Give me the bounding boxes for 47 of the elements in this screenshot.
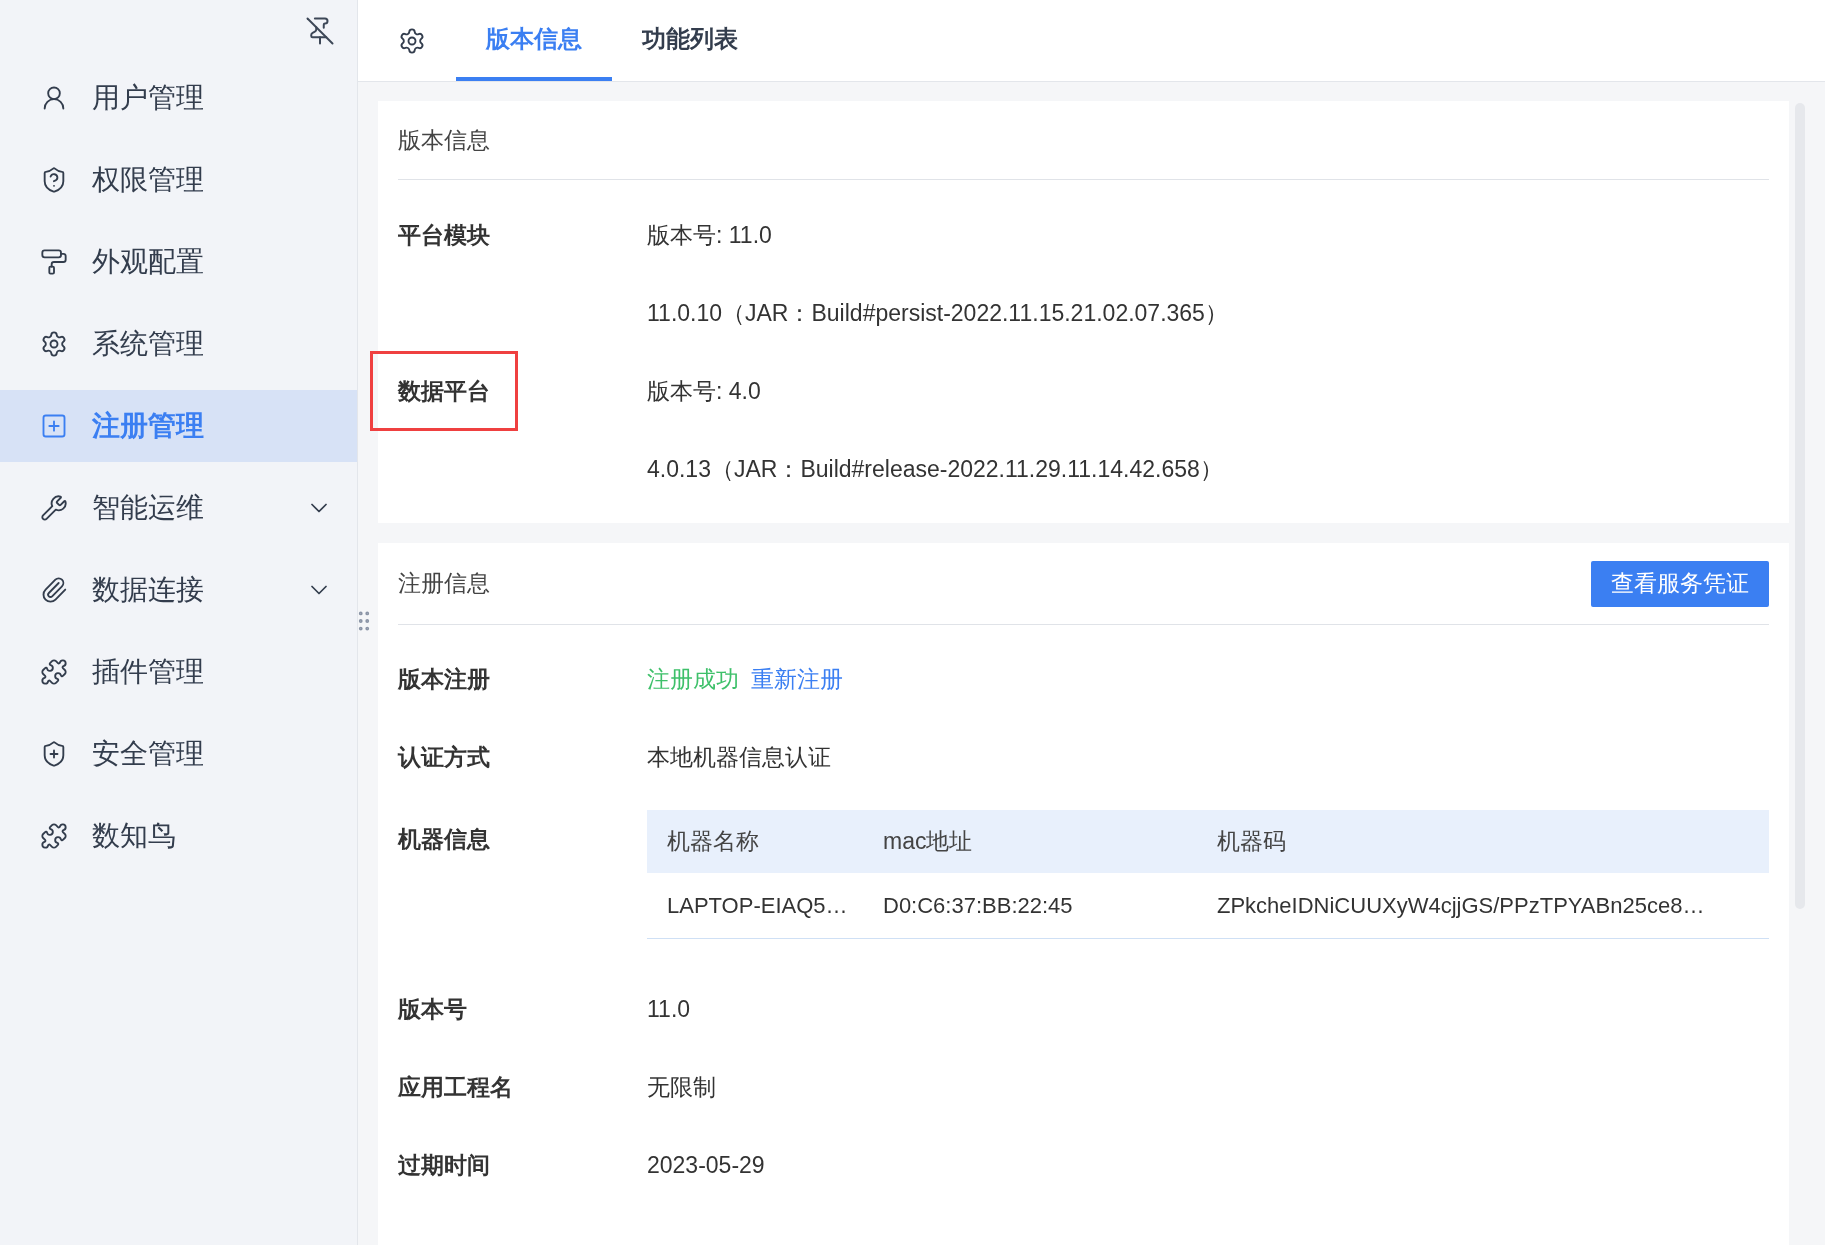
tab[interactable]: 版本信息 (456, 0, 612, 81)
settings-icon[interactable] (398, 26, 426, 55)
puzzle-icon (40, 658, 68, 686)
square-plus-icon (40, 412, 68, 440)
version-text: 4.0.13（JAR：Build#release-2022.11.29.11.14.42.658） (647, 454, 1223, 484)
sidebar-item[interactable]: 数据连接 (0, 554, 357, 626)
sidebar-item[interactable]: 系统管理 (0, 308, 357, 380)
highlight-frame: 数据平台 (370, 350, 518, 432)
sidebar-item[interactable]: 智能运维 (0, 472, 357, 544)
field-label: 认证方式 (398, 743, 490, 770)
field-label: 平台模块 (397, 220, 491, 250)
version-text: 11.0.10（JAR：Build#persist-2022.11.15.21.02.07.365） (647, 298, 1228, 328)
version-text: 版本号: 4.0 (647, 376, 761, 406)
paint-roller-icon (40, 248, 68, 276)
puzzle-icon (40, 822, 68, 850)
unpin-icon[interactable] (305, 16, 335, 46)
field-value: 11.0 (647, 994, 691, 1024)
sidebar-item[interactable]: 外观配置 (0, 226, 357, 298)
field-value: 2023-05-29 (647, 1150, 765, 1180)
field-value: 无限制 (647, 1072, 716, 1102)
paperclip-icon (40, 576, 68, 604)
field-label: 版本注册 (398, 665, 490, 692)
sidebar-item[interactable]: 数知鸟 (0, 800, 357, 872)
reregister-link[interactable]: 重新注册 (751, 661, 843, 697)
column-header: mac地址 (883, 828, 973, 855)
sidebar-item[interactable]: 安全管理 (0, 718, 357, 790)
wrench-icon (40, 494, 68, 522)
card-title: 版本信息 (398, 125, 490, 155)
field-label: 机器信息 (398, 826, 490, 852)
field-label: 版本号 (398, 995, 467, 1022)
view-certificate-button[interactable]: 查看服务凭证 (1591, 560, 1769, 607)
card-title: 注册信息 (398, 569, 490, 599)
sidebar-item[interactable]: 插件管理 (0, 636, 357, 708)
column-header: 机器码 (1217, 828, 1286, 855)
settings-icon (40, 330, 68, 358)
sidebar-item[interactable]: 用户管理 (0, 62, 357, 134)
tab[interactable]: 功能列表 (612, 0, 768, 81)
field-label: 应用工程名 (398, 1073, 513, 1100)
field-label: 过期时间 (398, 1151, 490, 1178)
status-text: 注册成功 (647, 664, 739, 694)
sidebar-item[interactable]: 权限管理 (0, 144, 357, 216)
table-cell: LAPTOP-EIAQ5… (667, 893, 848, 919)
field-value: 本地机器信息认证 (647, 742, 831, 772)
table-cell: D0:C6:37:BB:22:45 (883, 893, 1073, 919)
table-cell: ZPkcheIDNiCUUXyW4cjjGS/PPzTPYABn25ce8… (1217, 893, 1705, 919)
version-text: 版本号: 11.0 (647, 220, 772, 250)
column-header: 机器名称 (667, 828, 759, 855)
